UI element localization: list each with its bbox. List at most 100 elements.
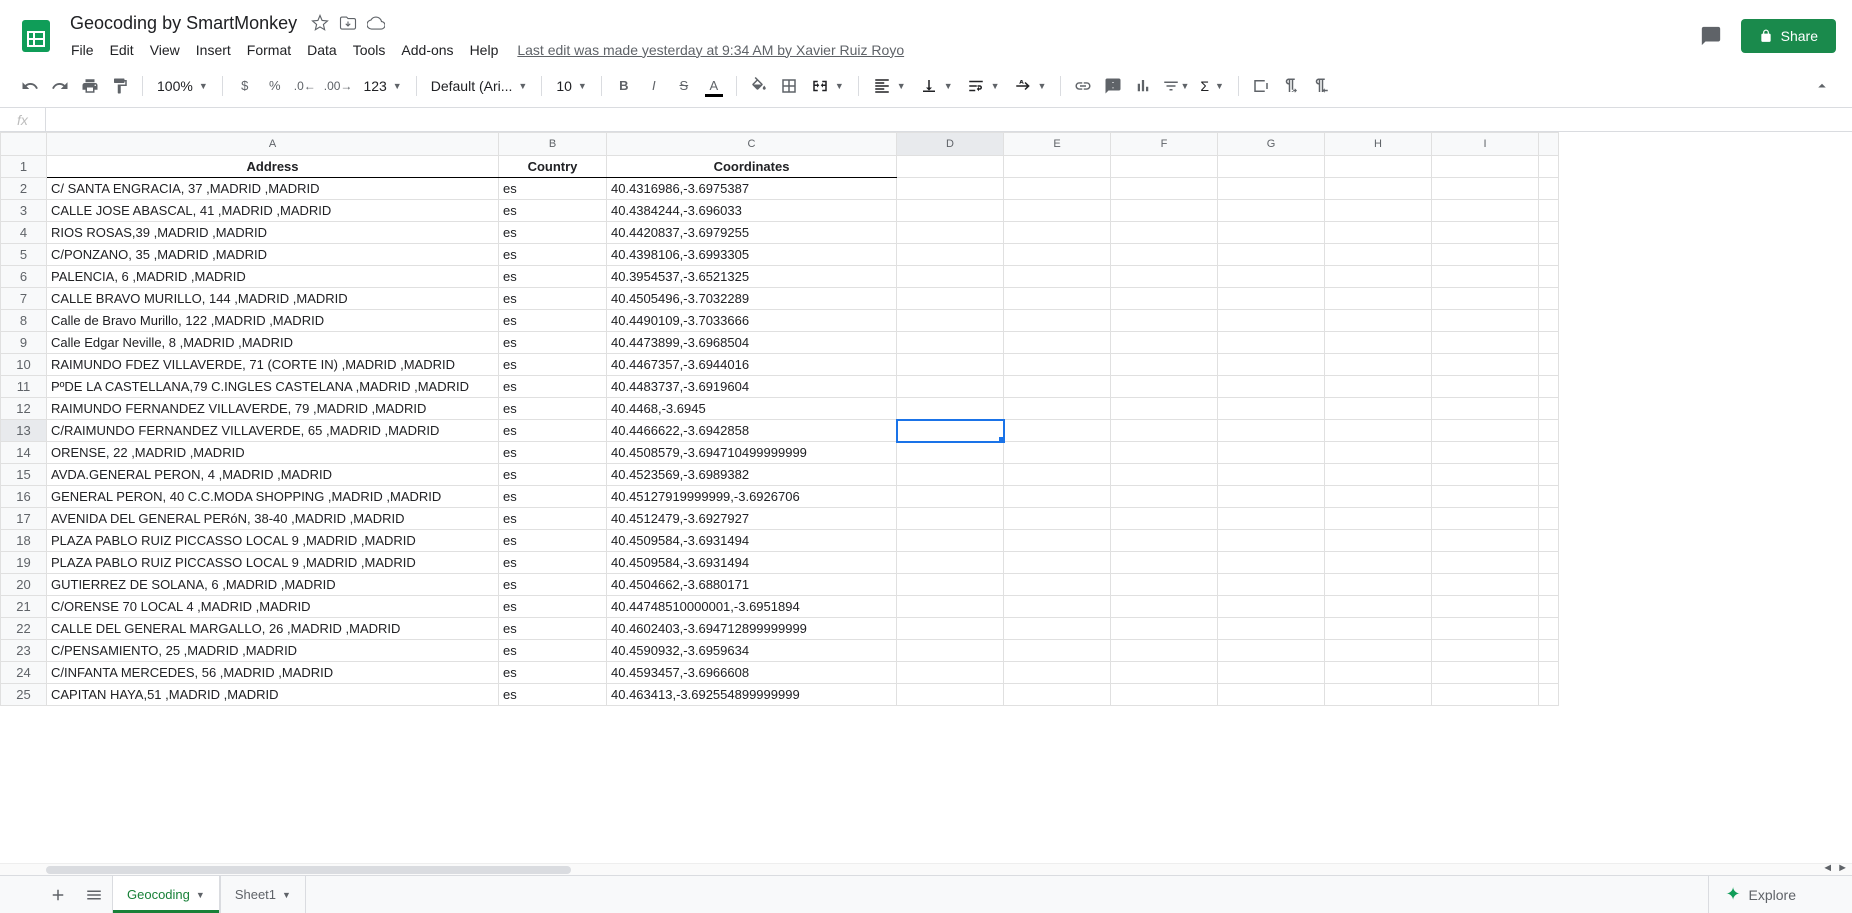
row-header-19[interactable]: 19 xyxy=(1,552,47,574)
cell-I20[interactable] xyxy=(1432,574,1539,596)
cell-H25[interactable] xyxy=(1325,684,1432,706)
cell-G22[interactable] xyxy=(1218,618,1325,640)
formula-input[interactable] xyxy=(46,108,1852,131)
cell-D17[interactable] xyxy=(897,508,1004,530)
all-sheets-button[interactable] xyxy=(76,877,112,913)
cell-I15[interactable] xyxy=(1432,464,1539,486)
cell-D20[interactable] xyxy=(897,574,1004,596)
row-header-23[interactable]: 23 xyxy=(1,640,47,662)
cell-H5[interactable] xyxy=(1325,244,1432,266)
cell-H8[interactable] xyxy=(1325,310,1432,332)
cell-G20[interactable] xyxy=(1218,574,1325,596)
cell-E24[interactable] xyxy=(1004,662,1111,684)
cell-E4[interactable] xyxy=(1004,222,1111,244)
cell-C17[interactable]: 40.4512479,-3.6927927 xyxy=(607,508,897,530)
cell-B10[interactable]: es xyxy=(499,354,607,376)
cell-C20[interactable]: 40.4504662,-3.6880171 xyxy=(607,574,897,596)
cell-B18[interactable]: es xyxy=(499,530,607,552)
increase-decimal-button[interactable]: .00→ xyxy=(321,72,356,100)
cell-H12[interactable] xyxy=(1325,398,1432,420)
cell-G5[interactable] xyxy=(1218,244,1325,266)
cell-H7[interactable] xyxy=(1325,288,1432,310)
menu-help[interactable]: Help xyxy=(463,38,506,62)
cell-B25[interactable]: es xyxy=(499,684,607,706)
cell-H9[interactable] xyxy=(1325,332,1432,354)
cell-A20[interactable]: GUTIERREZ DE SOLANA, 6 ,MADRID ,MADRID xyxy=(47,574,499,596)
cell-E8[interactable] xyxy=(1004,310,1111,332)
cell-E18[interactable] xyxy=(1004,530,1111,552)
row-header-24[interactable]: 24 xyxy=(1,662,47,684)
redo-button[interactable] xyxy=(46,72,74,100)
cell-G18[interactable] xyxy=(1218,530,1325,552)
cell-G10[interactable] xyxy=(1218,354,1325,376)
col-header-A[interactable]: A xyxy=(47,133,499,156)
cell-G11[interactable] xyxy=(1218,376,1325,398)
cell-F8[interactable] xyxy=(1111,310,1218,332)
cell-C13[interactable]: 40.4466622,-3.6942858 xyxy=(607,420,897,442)
cell-C16[interactable]: 40.45127919999999,-3.6926706 xyxy=(607,486,897,508)
cell-B1[interactable]: Country xyxy=(499,156,607,178)
cell-F10[interactable] xyxy=(1111,354,1218,376)
cell-I23[interactable] xyxy=(1432,640,1539,662)
sheet-tab-geocoding[interactable]: Geocoding▼ xyxy=(112,876,220,913)
cell-E15[interactable] xyxy=(1004,464,1111,486)
cell-B22[interactable]: es xyxy=(499,618,607,640)
rtl-button-3[interactable] xyxy=(1307,72,1335,100)
cell-C15[interactable]: 40.4523569,-3.6989382 xyxy=(607,464,897,486)
horizontal-scrollbar[interactable]: ◄► xyxy=(0,863,1852,875)
row-header-16[interactable]: 16 xyxy=(1,486,47,508)
font-size-select[interactable]: 10▼ xyxy=(550,72,593,100)
cell-E2[interactable] xyxy=(1004,178,1111,200)
row-header-18[interactable]: 18 xyxy=(1,530,47,552)
cell-E22[interactable] xyxy=(1004,618,1111,640)
row-header-6[interactable]: 6 xyxy=(1,266,47,288)
menu-tools[interactable]: Tools xyxy=(346,38,393,62)
cell-D19[interactable] xyxy=(897,552,1004,574)
cell-H15[interactable] xyxy=(1325,464,1432,486)
cell-H16[interactable] xyxy=(1325,486,1432,508)
cell-A25[interactable]: CAPITAN HAYA,51 ,MADRID ,MADRID xyxy=(47,684,499,706)
cell-D23[interactable] xyxy=(897,640,1004,662)
cell-A8[interactable]: Calle de Bravo Murillo, 122 ,MADRID ,MAD… xyxy=(47,310,499,332)
filter-button[interactable]: ▼ xyxy=(1159,72,1192,100)
cell-E20[interactable] xyxy=(1004,574,1111,596)
cell-I12[interactable] xyxy=(1432,398,1539,420)
cell-H24[interactable] xyxy=(1325,662,1432,684)
cell-D24[interactable] xyxy=(897,662,1004,684)
cell-G24[interactable] xyxy=(1218,662,1325,684)
cell-B2[interactable]: es xyxy=(499,178,607,200)
undo-button[interactable] xyxy=(16,72,44,100)
cell-G4[interactable] xyxy=(1218,222,1325,244)
cell-E25[interactable] xyxy=(1004,684,1111,706)
star-icon[interactable] xyxy=(311,14,329,32)
cell-G6[interactable] xyxy=(1218,266,1325,288)
insert-chart-button[interactable] xyxy=(1129,72,1157,100)
cell-A21[interactable]: C/ORENSE 70 LOCAL 4 ,MADRID ,MADRID xyxy=(47,596,499,618)
cell-A6[interactable]: PALENCIA, 6 ,MADRID ,MADRID xyxy=(47,266,499,288)
cell-C12[interactable]: 40.4468,-3.6945 xyxy=(607,398,897,420)
row-header-7[interactable]: 7 xyxy=(1,288,47,310)
comments-button[interactable] xyxy=(1693,18,1729,54)
cell-F9[interactable] xyxy=(1111,332,1218,354)
cell-F18[interactable] xyxy=(1111,530,1218,552)
cell-F24[interactable] xyxy=(1111,662,1218,684)
cell-G19[interactable] xyxy=(1218,552,1325,574)
cell-F25[interactable] xyxy=(1111,684,1218,706)
cell-I16[interactable] xyxy=(1432,486,1539,508)
cell-G1[interactable] xyxy=(1218,156,1325,178)
cell-G21[interactable] xyxy=(1218,596,1325,618)
cell-A18[interactable]: PLAZA PABLO RUIZ PICCASSO LOCAL 9 ,MADRI… xyxy=(47,530,499,552)
cell-B21[interactable]: es xyxy=(499,596,607,618)
cell-E1[interactable] xyxy=(1004,156,1111,178)
cell-B3[interactable]: es xyxy=(499,200,607,222)
cell-C25[interactable]: 40.463413,-3.692554899999999 xyxy=(607,684,897,706)
paint-format-button[interactable] xyxy=(106,72,134,100)
rtl-button-2[interactable] xyxy=(1277,72,1305,100)
cell-D15[interactable] xyxy=(897,464,1004,486)
cell-H6[interactable] xyxy=(1325,266,1432,288)
cell-E13[interactable] xyxy=(1004,420,1111,442)
cell-B14[interactable]: es xyxy=(499,442,607,464)
cell-H19[interactable] xyxy=(1325,552,1432,574)
cell-G14[interactable] xyxy=(1218,442,1325,464)
vertical-align-button[interactable]: ▼ xyxy=(914,72,959,100)
